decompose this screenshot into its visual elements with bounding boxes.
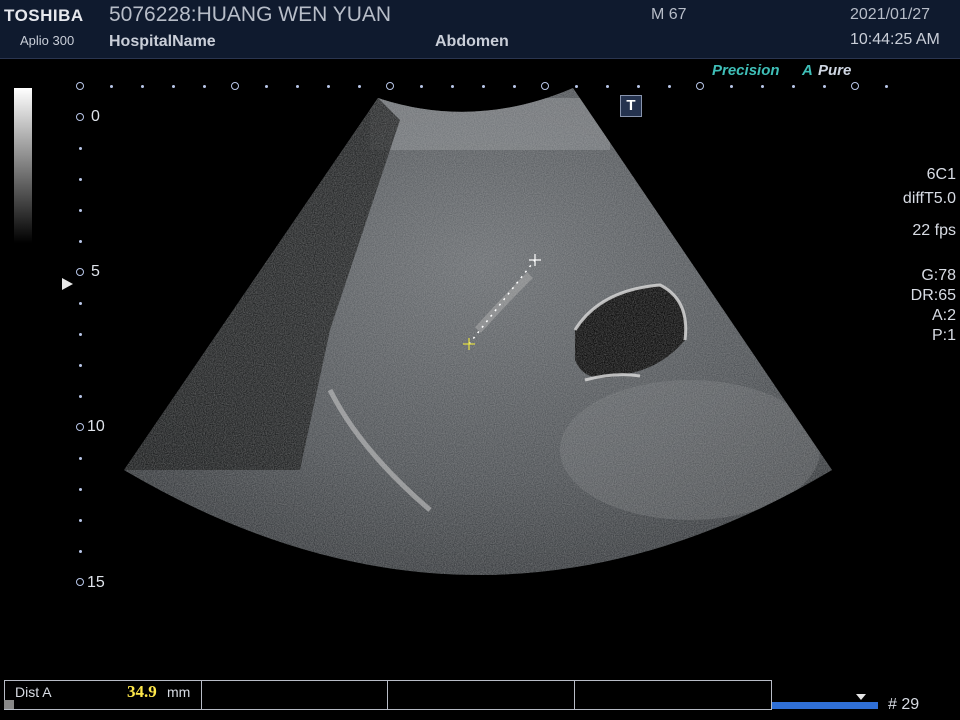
lateral-minor-tick: [358, 85, 361, 88]
measurement-cell: [387, 681, 388, 709]
imaging-mode: diffT5.0: [902, 190, 956, 207]
depth-minor-tick: [79, 178, 82, 181]
lateral-minor-tick: [141, 85, 144, 88]
depth-major-tick: [76, 268, 84, 276]
cine-position-marker-icon[interactable]: [856, 694, 866, 700]
frame-number: # 29: [888, 696, 920, 713]
measurement-panel: Dist A 34.9 mm: [4, 680, 772, 710]
lateral-minor-tick: [203, 85, 206, 88]
lateral-minor-tick: [513, 85, 516, 88]
lateral-minor-tick: [823, 85, 826, 88]
lateral-major-tick: [541, 82, 549, 90]
depth-major-tick: [76, 113, 84, 121]
measurement-cell: [574, 681, 575, 709]
lateral-major-tick: [696, 82, 704, 90]
depth-minor-tick: [79, 519, 82, 522]
lateral-minor-tick: [172, 85, 175, 88]
depth-minor-tick: [79, 333, 82, 336]
lateral-major-tick: [76, 82, 84, 90]
depth-minor-tick: [79, 364, 82, 367]
depth-minor-tick: [79, 302, 82, 305]
p-value: P:1: [931, 327, 956, 344]
frame-rate: 22 fps: [912, 222, 956, 239]
gain-value: G:78: [921, 267, 956, 284]
depth-minor-tick: [79, 395, 82, 398]
lateral-minor-tick: [792, 85, 795, 88]
measurement-label: Dist A: [15, 684, 52, 700]
depth-label-10: 10: [87, 418, 105, 435]
lateral-minor-tick: [265, 85, 268, 88]
depth-minor-tick: [79, 457, 82, 460]
cine-progress-bar[interactable]: [772, 702, 878, 709]
lateral-major-tick: [231, 82, 239, 90]
lateral-minor-tick: [575, 85, 578, 88]
lateral-minor-tick: [327, 85, 330, 88]
lateral-minor-tick: [482, 85, 485, 88]
lateral-major-tick: [386, 82, 394, 90]
lateral-minor-tick: [637, 85, 640, 88]
depth-minor-tick: [79, 147, 82, 150]
thi-mode-icon: T: [620, 95, 642, 117]
lateral-minor-tick: [761, 85, 764, 88]
a-value: A:2: [931, 307, 956, 324]
measurement-value: 34.9: [127, 682, 157, 701]
lateral-minor-tick: [606, 85, 609, 88]
precision-indicator: Precision: [712, 62, 780, 79]
depth-major-tick: [76, 423, 84, 431]
lateral-minor-tick: [730, 85, 733, 88]
lateral-minor-tick: [296, 85, 299, 88]
lateral-minor-tick: [668, 85, 671, 88]
status-square: [4, 700, 14, 709]
apure-indicator: Pure: [818, 62, 852, 79]
depth-label-15: 15: [87, 574, 105, 591]
lateral-minor-tick: [420, 85, 423, 88]
depth-major-tick: [76, 578, 84, 586]
depth-minor-tick: [79, 550, 82, 553]
probe-label: 6C1: [926, 166, 956, 183]
measurement-cell: [201, 681, 202, 709]
measurement-unit: mm: [167, 684, 191, 700]
depth-label-0: 0: [91, 108, 100, 125]
lateral-minor-tick: [451, 85, 454, 88]
ultrasound-image: [124, 88, 832, 575]
lateral-major-tick: [851, 82, 859, 90]
depth-minor-tick: [79, 240, 82, 243]
lateral-minor-tick: [885, 85, 888, 88]
depth-minor-tick: [79, 488, 82, 491]
apure-a-indicator: A: [802, 62, 813, 79]
dynamic-range-value: DR:65: [910, 287, 956, 304]
depth-label-5: 5: [91, 263, 100, 280]
depth-minor-tick: [79, 209, 82, 212]
lateral-minor-tick: [110, 85, 113, 88]
